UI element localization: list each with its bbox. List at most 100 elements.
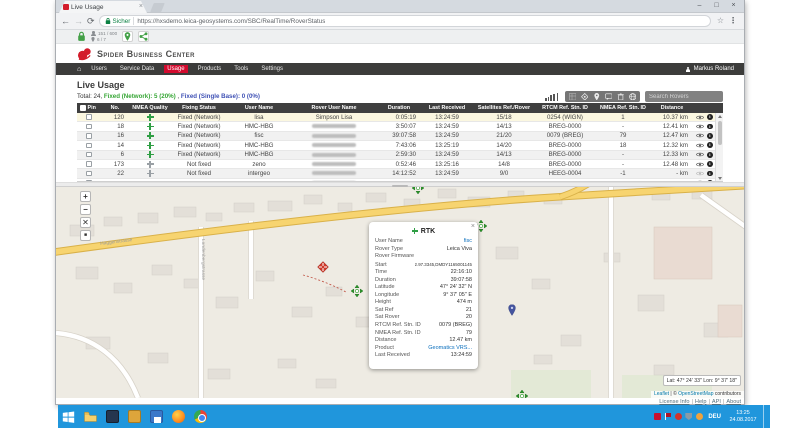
column-header-3[interactable]: Fixing Status [171, 105, 227, 111]
browser-menu-icon[interactable]: ⋮ [729, 17, 737, 25]
back-icon[interactable]: ← [61, 17, 70, 26]
column-header-2[interactable]: NMEA Quality [129, 105, 171, 111]
signal-bars-icon[interactable] [545, 93, 557, 101]
globe-icon[interactable] [629, 93, 637, 101]
column-header-8[interactable]: Satellites Ref./Rover [473, 105, 535, 111]
popup-row-link[interactable]: fisc [464, 238, 472, 246]
footer-link-about[interactable]: About [726, 399, 741, 405]
nav-item-settings[interactable]: Settings [258, 65, 286, 73]
shield-icon[interactable] [685, 413, 692, 420]
zoom-in-button[interactable]: + [80, 191, 91, 202]
orange-dot-icon[interactable] [696, 413, 703, 420]
minimize-icon[interactable]: – [692, 0, 707, 11]
map[interactable]: Haggenstrasse Landenbergstrasse +−✕■ × R… [56, 187, 744, 398]
table-row[interactable]: 6Fixed (Network)HMC-HBG2:59:3013:24:5914… [77, 151, 723, 160]
table-row[interactable]: 120Fixed (Network)lisaSimpson Lisa0:05:1… [77, 113, 723, 122]
osm-link[interactable]: OpenStreetMap [678, 391, 713, 397]
tab-close-icon[interactable]: × [139, 4, 143, 10]
footer-link-api[interactable]: API [712, 399, 721, 405]
show-desktop-button[interactable] [763, 405, 767, 428]
scroll-up-icon[interactable] [718, 115, 722, 118]
table-row[interactable]: 16Fixed (Network)fisc39:07:5813:24:5921/… [77, 132, 723, 141]
row-checkbox[interactable] [86, 171, 92, 177]
footer-link-license-info[interactable]: License Info [659, 399, 689, 405]
table-row[interactable]: 18Fixed (Network)HMC-HBG3:50:0713:24:591… [77, 122, 723, 131]
firefox-icon[interactable] [171, 409, 186, 424]
row-checkbox[interactable] [86, 152, 92, 158]
account-menu[interactable]: Markus Roland [686, 66, 734, 72]
new-tab-button[interactable] [150, 3, 165, 12]
target-icon[interactable] [581, 93, 589, 101]
info-icon[interactable]: i [707, 133, 713, 139]
red-cross-marker[interactable] [318, 262, 329, 273]
view-icon[interactable] [696, 115, 704, 120]
reload-icon[interactable]: ⟳ [87, 17, 95, 26]
column-header-5[interactable]: Rover User Name [291, 105, 377, 111]
zoom-out-button[interactable]: − [80, 204, 91, 215]
green-cross-marker[interactable] [412, 187, 424, 194]
address-bar[interactable]: Sicher https://hxsdemo.leica-geosystems.… [99, 15, 711, 27]
view-icon[interactable] [696, 124, 704, 129]
chat-icon[interactable] [605, 93, 613, 101]
red-badge-icon[interactable] [675, 413, 682, 420]
column-header-9[interactable]: RTCM Ref. Stn. ID [535, 105, 595, 111]
row-checkbox[interactable] [86, 133, 92, 139]
green-cross-marker[interactable] [351, 285, 363, 297]
nav-item-users[interactable]: Users [88, 65, 110, 73]
info-icon[interactable]: i [707, 114, 713, 120]
leaflet-link[interactable]: Leaflet [654, 391, 669, 397]
footer-link-help[interactable]: Help [695, 399, 707, 405]
view-icon[interactable] [696, 171, 704, 176]
column-header-11[interactable]: Distance [651, 105, 693, 111]
home-icon[interactable]: ⌂ [77, 66, 81, 73]
column-header-1[interactable]: No. [101, 105, 129, 111]
table-row[interactable]: 14Fixed (Network)HMC-HBG7:43:0613:25:191… [77, 141, 723, 150]
scroll-down-icon[interactable] [718, 177, 722, 180]
close-icon[interactable]: × [726, 0, 741, 11]
search-input[interactable] [645, 91, 723, 102]
nav-item-products[interactable]: Products [195, 65, 225, 73]
maximize-icon[interactable]: □ [709, 0, 724, 11]
table-row[interactable]: 173Not fixedzeno0:52:4613:25:1614/8BREG-… [77, 160, 723, 169]
row-checkbox[interactable] [86, 114, 92, 120]
blue-pin-marker[interactable] [508, 305, 516, 316]
green-cross-marker[interactable] [516, 390, 528, 398]
chrome-icon[interactable] [193, 409, 208, 424]
view-icon[interactable] [696, 162, 704, 167]
column-header-4[interactable]: User Name [227, 105, 291, 111]
info-icon[interactable]: i [707, 161, 713, 167]
trash-icon[interactable] [617, 93, 625, 101]
row-checkbox[interactable] [86, 143, 92, 149]
row-checkbox[interactable] [86, 124, 92, 130]
grid-icon[interactable] [569, 93, 577, 101]
pin-icon[interactable] [593, 93, 601, 101]
column-header-6[interactable]: Duration [377, 105, 421, 111]
browser-tab[interactable]: Live Usage × [59, 1, 147, 13]
info-icon[interactable]: i [707, 171, 713, 177]
table-row[interactable]: 22Not fixedintergeo14:12:5213:24:599/0HE… [77, 169, 723, 178]
language-indicator[interactable]: DEU [706, 414, 723, 420]
header-checkbox[interactable] [80, 105, 86, 111]
column-header-0[interactable]: Pin [77, 105, 101, 111]
nav-item-tools[interactable]: Tools [231, 65, 251, 73]
stop-button[interactable]: ■ [80, 230, 91, 241]
bookmark-star-icon[interactable]: ☆ [717, 17, 724, 25]
scrollbar-thumb[interactable] [718, 121, 722, 145]
view-icon[interactable] [696, 133, 704, 138]
popup-close-icon[interactable]: × [471, 223, 475, 230]
info-icon[interactable]: i [707, 152, 713, 158]
fullscreen-button[interactable]: ✕ [80, 217, 91, 228]
taskbar-clock[interactable]: 13:25 24.08.2017 [727, 410, 760, 423]
start-icon[interactable] [61, 409, 76, 424]
info-icon[interactable]: i [707, 142, 713, 148]
red-app-icon[interactable] [654, 413, 661, 420]
column-header-10[interactable]: NMEA Ref. Stn. ID [595, 105, 651, 111]
column-header-7[interactable]: Last Received [421, 105, 473, 111]
app-dark-icon[interactable] [105, 409, 120, 424]
nav-item-usage[interactable]: Usage [164, 65, 187, 73]
row-checkbox[interactable] [86, 161, 92, 167]
popup-row-link[interactable]: Geomatics VRS... [428, 345, 472, 353]
map-view-button[interactable] [122, 31, 133, 42]
app-save-icon[interactable] [149, 409, 164, 424]
file-explorer-icon[interactable] [83, 409, 98, 424]
